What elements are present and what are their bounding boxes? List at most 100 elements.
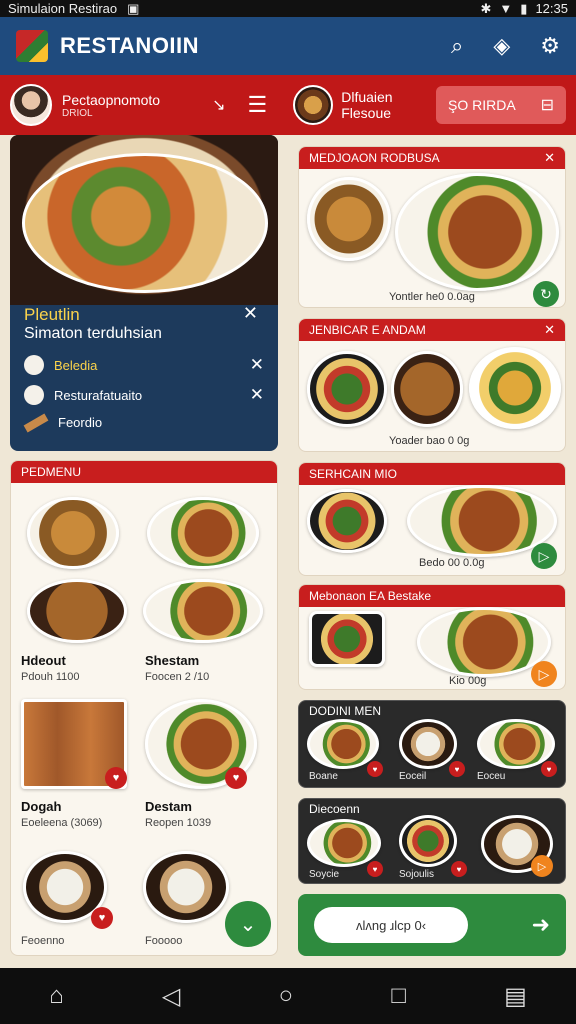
dish-image [307, 177, 391, 261]
menu-item-price: Reopen 1039 [145, 817, 212, 829]
heart-icon[interactable]: ♥ [451, 861, 467, 877]
heart-icon[interactable]: ♥ [367, 761, 383, 777]
card-title: JENBICAR E ANDAM [309, 323, 426, 337]
dish-image [417, 607, 551, 677]
menu-item-price: Eoeleena (3069) [21, 817, 103, 829]
dish-image [307, 819, 381, 867]
dish-image[interactable] [27, 497, 119, 569]
card-title: SERHCAIN MIO [309, 467, 398, 481]
dish-label: Sojoulis [399, 869, 435, 880]
dish-avatar[interactable] [293, 85, 334, 125]
dish-image [307, 489, 387, 553]
vibrate-icon: ✱ [480, 0, 492, 16]
food-card[interactable]: Mebonaon EA Bestake Kio 00g ▷ [298, 584, 566, 690]
menu-card: PEDMENU Hdeout Pdouh 1100 Shestam Foocen… [10, 460, 278, 956]
dish-image[interactable] [27, 579, 127, 643]
heart-icon[interactable]: ♥ [225, 767, 247, 789]
hero-panel[interactable]: Pleutlin Simaton terduhsian ✕ Beledia ✕ … [10, 135, 278, 451]
status-app-icon: ▣ [127, 0, 140, 16]
heart-icon[interactable]: ♥ [367, 861, 383, 877]
settings-icon[interactable]: ⚙ [540, 33, 560, 59]
hero-row[interactable]: Feordio [23, 413, 264, 432]
refresh-icon[interactable]: ↻ [533, 281, 559, 307]
home-icon[interactable]: ⌂ [49, 982, 64, 1010]
hero-row[interactable]: Beledia ✕ [24, 355, 264, 375]
status-bar: Simulaion Restirao ▣ ✱ ▼ ▮ 12:35 [0, 0, 576, 17]
food-card[interactable]: SERHCAIN MIO Bedo 00 0.0g ▷ [298, 462, 566, 576]
dish-image [399, 815, 457, 867]
card-footer: Yoader bao 0 0g [389, 435, 470, 447]
search-icon[interactable]: ⌕ [451, 33, 463, 59]
dish-image [391, 351, 463, 427]
heart-icon[interactable]: ♥ [91, 907, 113, 929]
arrow-right-icon[interactable]: ➜ [532, 912, 550, 938]
dish-image [399, 719, 457, 769]
dish-line2: Flesoue [341, 105, 392, 121]
dish-label: Eoceu [477, 771, 506, 782]
card-footer: Kio 00g [449, 675, 487, 687]
dish-label: Boane [309, 771, 338, 782]
app-logo-icon [16, 30, 48, 62]
profile-name: Pectaopnomoto [62, 91, 161, 108]
dish-image[interactable] [147, 497, 259, 569]
system-nav-bar: ⌂ ◁ ○ □ ▤ [0, 968, 576, 1024]
dark-food-card[interactable]: DODINI MEN ♥ ♥ ♥ Boane Eoceil Eoceu [298, 700, 566, 788]
card-title: Mebonaon EA Bestake [309, 589, 432, 603]
card-title: MEDJOAON RODBUSA [309, 151, 440, 165]
dark-food-card[interactable]: Diecoenn ♥ ♥ ▷ Soycie Sojoulis [298, 798, 566, 884]
menu-item-name: Shestam [145, 653, 200, 668]
dish-line1: Dlfuaien [341, 89, 393, 105]
heart-icon[interactable]: ♥ [105, 767, 127, 789]
dish-image[interactable] [143, 579, 263, 643]
food-card[interactable]: MEDJOAON RODBUSA ✕ Yontler he0 0.0ag ↻ [298, 146, 566, 308]
dish-image [469, 347, 561, 429]
back-icon[interactable]: ◁ [162, 982, 180, 1011]
close-icon[interactable]: ✕ [250, 385, 264, 405]
play-icon[interactable]: ▷ [531, 855, 553, 877]
collapse-icon[interactable]: ↘ [212, 95, 225, 115]
menu-item-name: Dogah [21, 799, 62, 814]
circle-icon [24, 385, 44, 405]
share-icon[interactable]: ◈ [493, 33, 510, 59]
menu-item-name: Hdeout [21, 653, 66, 668]
profile-bar: Pectaopnomoto DRIOL ↘ ☰ Dlfuaien Flesoue… [0, 75, 576, 135]
order-button[interactable]: ŞO RIRDA ⊟ [436, 86, 566, 124]
hero-image [10, 135, 278, 305]
close-icon[interactable]: ✕ [243, 303, 258, 324]
play-icon[interactable]: ▷ [531, 543, 557, 569]
menu-icon[interactable]: ☰ [247, 92, 267, 118]
status-text: Simulaion Restirao [8, 1, 118, 16]
hero-row-label: Feordio [58, 415, 103, 430]
card-footer: Bedo 00 0.0g [419, 557, 485, 569]
profile-sub: DRIOL [62, 107, 93, 119]
food-card[interactable]: JENBICAR E ANDAM ✕ Yoader bao 0 0g [298, 318, 566, 452]
home-circle-icon[interactable]: ○ [279, 982, 294, 1010]
apps-icon[interactable]: ▤ [504, 982, 527, 1011]
battery-icon: ▮ [520, 0, 528, 16]
heart-icon[interactable]: ♥ [449, 761, 465, 777]
dish-image [309, 611, 385, 667]
hero-row[interactable]: Resturafatuaito ✕ [24, 385, 264, 405]
menu-item-price: Foocen 2 /10 [145, 671, 210, 683]
close-icon[interactable]: ✕ [544, 150, 555, 166]
heart-icon[interactable]: ♥ [541, 761, 557, 777]
cta-bar[interactable]: ʌlʌng ɹlcp 0‹ ➜ [298, 894, 566, 956]
dish-label: Eoceil [399, 771, 427, 782]
close-icon[interactable]: ✕ [544, 322, 555, 338]
card-title: DODINI MEN [309, 704, 381, 718]
cta-input[interactable]: ʌlʌng ɹlcp 0‹ [314, 907, 468, 943]
circle-icon [24, 355, 44, 375]
close-icon[interactable]: ✕ [250, 355, 264, 375]
dish-image[interactable] [143, 851, 229, 923]
app-bar: RESTANOIIN ⌕ ◈ ⚙ [0, 17, 576, 75]
menu-item-price: Pdouh 1100 [21, 671, 80, 683]
add-fab-button[interactable]: ⌄ [225, 901, 271, 947]
hero-subtitle: Simaton terduhsian [24, 325, 162, 342]
wifi-icon: ▼ [499, 1, 513, 16]
play-icon[interactable]: ▷ [531, 661, 557, 687]
avatar[interactable] [10, 84, 52, 126]
menu-item-price: Feoenno [21, 935, 65, 947]
hero-row-label: Resturafatuaito [54, 387, 143, 403]
recents-icon[interactable]: □ [391, 982, 406, 1010]
chopsticks-icon [23, 413, 49, 432]
